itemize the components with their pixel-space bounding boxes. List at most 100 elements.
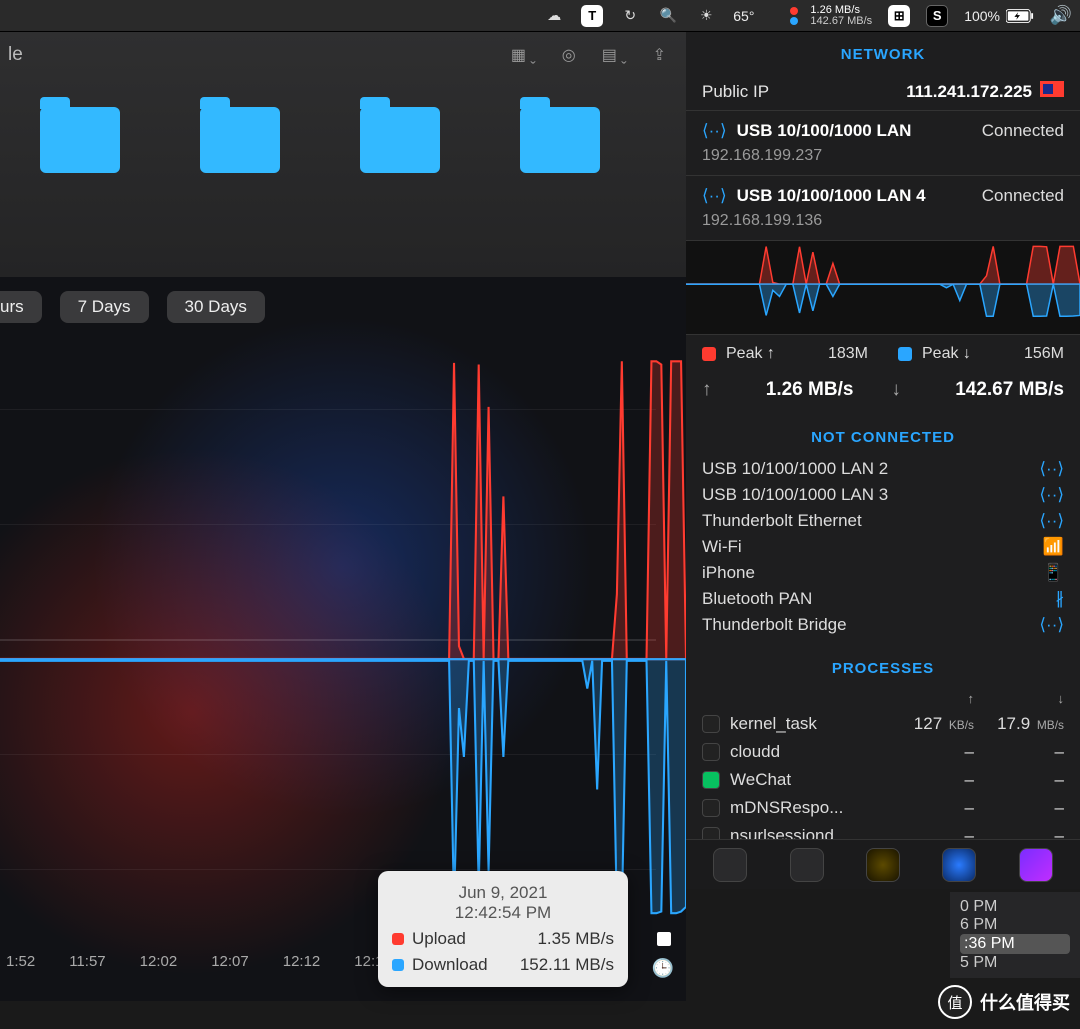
weather-icon[interactable]: ☀	[695, 5, 717, 27]
process-row[interactable]: WeChat––	[686, 766, 1080, 794]
interface-ip: 192.168.199.237	[702, 147, 1064, 165]
tooltip-time: 12:42:54 PM	[392, 903, 614, 923]
nc-type-icon: ∦	[1056, 589, 1065, 609]
finder-title-fragment: le	[8, 44, 23, 66]
x-tick: 12:12	[283, 953, 321, 983]
panel-dock	[686, 839, 1080, 889]
group-icon[interactable]: ▤ ˬ	[602, 45, 627, 65]
nc-type-icon: 📱	[1043, 563, 1064, 583]
public-ip-row[interactable]: Public IP 111.241.172.225	[686, 73, 1080, 110]
timemachine-icon[interactable]: ↻	[619, 5, 641, 27]
nc-type-icon: 📶	[1043, 537, 1064, 557]
process-name: cloudd	[730, 742, 884, 762]
interface-ip: 192.168.199.136	[702, 212, 1064, 230]
sparkline-chart	[686, 240, 1080, 335]
ethernet-icon: ⟨··⟩	[702, 121, 727, 141]
watermark-text: 什么值得买	[980, 989, 1070, 1015]
dock-activity-icon[interactable]	[713, 848, 747, 882]
ethernet-icon: ⟨··⟩	[702, 186, 727, 206]
time-item: 6 PM	[960, 916, 1070, 934]
tab-7days[interactable]: 7 Days	[60, 291, 149, 323]
peak-up-label: Peak ↑	[726, 345, 775, 363]
menubar: ☁ T ↻ 🔍 ☀ 65° 1.26 MB/s 142.67 MB/s ⊞ S …	[0, 0, 1080, 32]
section-processes-title: PROCESSES	[686, 646, 1080, 687]
battery-icon	[1006, 9, 1034, 23]
nc-item[interactable]: iPhone📱	[702, 560, 1064, 586]
process-down: –	[974, 742, 1064, 762]
timestamps-peek: 0 PM6 PM:36 PM5 PM	[950, 892, 1080, 978]
app-s-icon[interactable]: S	[926, 5, 948, 27]
nc-name: Bluetooth PAN	[702, 589, 812, 609]
tooltip-upload-value: 1.35 MB/s	[537, 929, 614, 949]
peak-down-value: 156M	[1024, 345, 1064, 363]
tab-hours[interactable]: urs	[0, 291, 42, 323]
section-network-title: NETWORK	[686, 32, 1080, 73]
process-name: WeChat	[730, 770, 884, 790]
dock-radar-icon[interactable]	[866, 848, 900, 882]
range-tabs: urs 7 Days 30 Days	[0, 291, 265, 323]
search-icon[interactable]: 🔍	[657, 5, 679, 27]
volume-icon[interactable]: 🔊	[1050, 5, 1072, 27]
nc-item[interactable]: Wi-Fi📶	[702, 534, 1064, 560]
tab-30days[interactable]: 30 Days	[167, 291, 265, 323]
nc-item[interactable]: Bluetooth PAN ∦	[702, 586, 1064, 612]
peak-up-swatch-icon	[702, 347, 716, 361]
nc-type-icon: ⟨··⟩	[1039, 615, 1064, 635]
peak-down-swatch-icon	[898, 347, 912, 361]
finder-window: le ▦ ˬ ◎ ▤ ˬ ⇪	[0, 32, 686, 277]
scrubber-handle[interactable]	[657, 932, 671, 946]
nc-item[interactable]: USB 10/100/1000 LAN 3 ⟨··⟩	[702, 482, 1064, 508]
battery-status[interactable]: 100%	[964, 8, 1034, 24]
folder-item[interactable]	[200, 107, 280, 173]
airdrop-icon[interactable]: ◎	[562, 45, 576, 65]
process-up: 127 KB/s	[884, 714, 974, 734]
watermark: 值 什么值得买	[938, 985, 1070, 1019]
time-item: 0 PM	[960, 898, 1070, 916]
menubar-net-speeds[interactable]: 1.26 MB/s 142.67 MB/s	[810, 5, 872, 27]
folder-item[interactable]	[360, 107, 440, 173]
upload-swatch-icon	[392, 933, 404, 945]
time-item: :36 PM	[960, 934, 1070, 954]
interface-status: Connected	[982, 121, 1064, 141]
nc-type-icon: ⟨··⟩	[1039, 511, 1064, 531]
net-dots-icon[interactable]	[790, 7, 798, 25]
process-down: 17.9 MB/s	[974, 714, 1064, 734]
folder-item[interactable]	[520, 107, 600, 173]
nc-name: USB 10/100/1000 LAN 3	[702, 485, 888, 505]
interface-row[interactable]: ⟨··⟩ USB 10/100/1000 LAN Connected 192.168.…	[686, 110, 1080, 175]
chart-tooltip: Jun 9, 2021 12:42:54 PM Upload 1.35 MB/s…	[378, 871, 628, 987]
nc-type-icon: ⟨··⟩	[1039, 485, 1064, 505]
app-t-icon[interactable]: T	[581, 5, 603, 27]
view-grid-icon[interactable]: ▦ ˬ	[511, 45, 536, 65]
interface-name: USB 10/100/1000 LAN 4	[737, 186, 926, 206]
share-icon[interactable]: ⇪	[653, 45, 666, 65]
process-row[interactable]: cloudd––	[686, 738, 1080, 766]
nc-item[interactable]: USB 10/100/1000 LAN 2⟨··⟩	[702, 456, 1064, 482]
process-up: –	[884, 770, 974, 790]
tooltip-date: Jun 9, 2021	[392, 883, 614, 903]
dock-terminal-icon[interactable]	[790, 848, 824, 882]
dock-speedtest-icon[interactable]	[1019, 848, 1053, 882]
process-up: –	[884, 798, 974, 818]
public-ip-label: Public IP	[702, 82, 769, 102]
tooltip-download-value: 152.11 MB/s	[520, 955, 614, 975]
x-tick: 12:07	[211, 953, 249, 983]
process-row[interactable]: kernel_task127 KB/s17.9 MB/s	[686, 710, 1080, 738]
nc-item[interactable]: Thunderbolt Bridge⟨··⟩	[702, 612, 1064, 638]
nc-type-icon: ⟨··⟩	[1039, 459, 1064, 479]
process-icon	[702, 743, 720, 761]
peak-row: Peak ↑ 183M Peak ↓ 156M	[686, 335, 1080, 373]
dock-network-icon[interactable]	[942, 848, 976, 882]
rate-row: ↑ 1.26 MB/s ↓ 142.67 MB/s	[686, 373, 1080, 415]
interface-name: USB 10/100/1000 LAN	[737, 121, 912, 141]
wechat-icon[interactable]: ☁	[543, 5, 565, 27]
interface-row[interactable]: ⟨··⟩USB 10/100/1000 LAN 4Connected192.16…	[686, 175, 1080, 240]
folder-item[interactable]	[40, 107, 120, 173]
process-name: kernel_task	[730, 714, 884, 734]
x-tick: 1:52	[6, 953, 35, 983]
nc-item[interactable]: Thunderbolt Ethernet⟨··⟩	[702, 508, 1064, 534]
process-row[interactable]: mDNSRespo...––	[686, 794, 1080, 822]
peak-down-label: Peak ↓	[922, 345, 971, 363]
temperature-value[interactable]: 65°	[733, 8, 754, 24]
app-grid-icon[interactable]: ⊞	[888, 5, 910, 27]
